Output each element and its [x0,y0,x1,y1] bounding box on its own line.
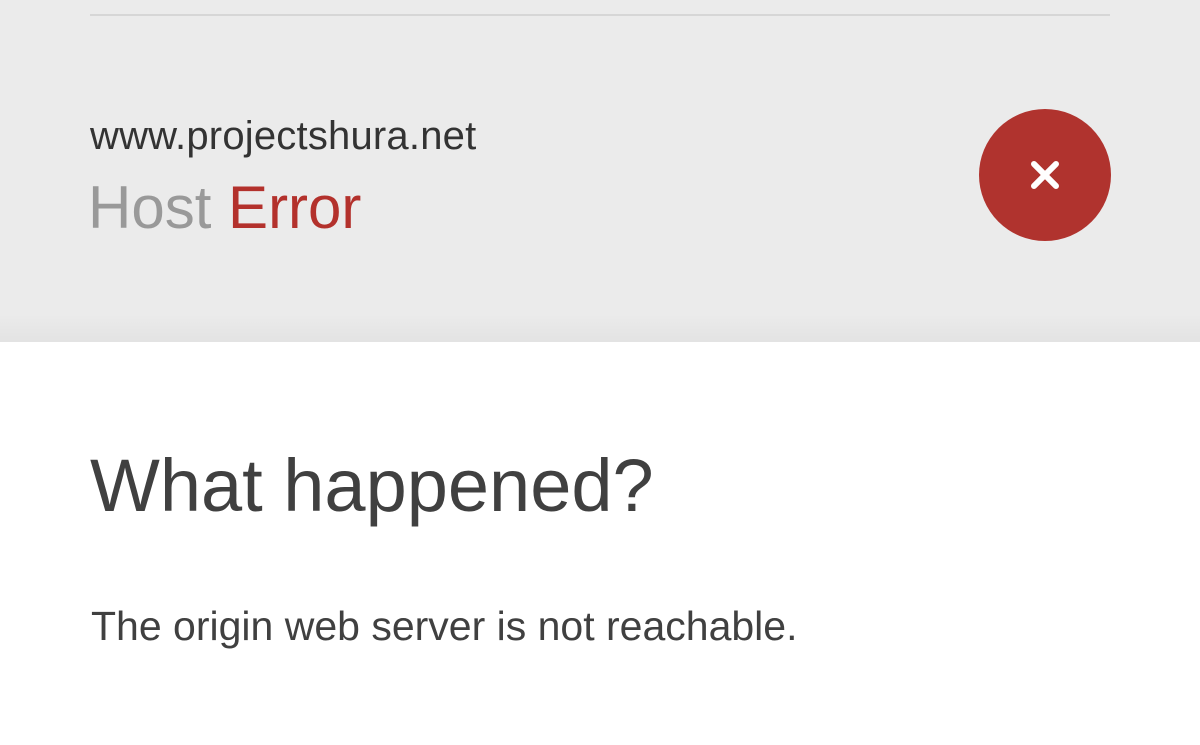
status-label: Host [88,174,212,241]
panel-divider [90,14,1110,16]
status-value: Error [228,174,362,241]
error-status-badge [979,109,1111,241]
host-name: www.projectshura.net [90,114,477,158]
host-status: Host Error [88,172,361,244]
status-panel: www.projectshura.net Host Error [0,0,1200,342]
close-icon [1031,161,1059,189]
error-details: What happened? The origin web server is … [0,342,1200,745]
error-message: The origin web server is not reachable. [91,603,798,649]
what-happened-heading: What happened? [90,444,654,527]
panel-shadow [0,314,1200,342]
